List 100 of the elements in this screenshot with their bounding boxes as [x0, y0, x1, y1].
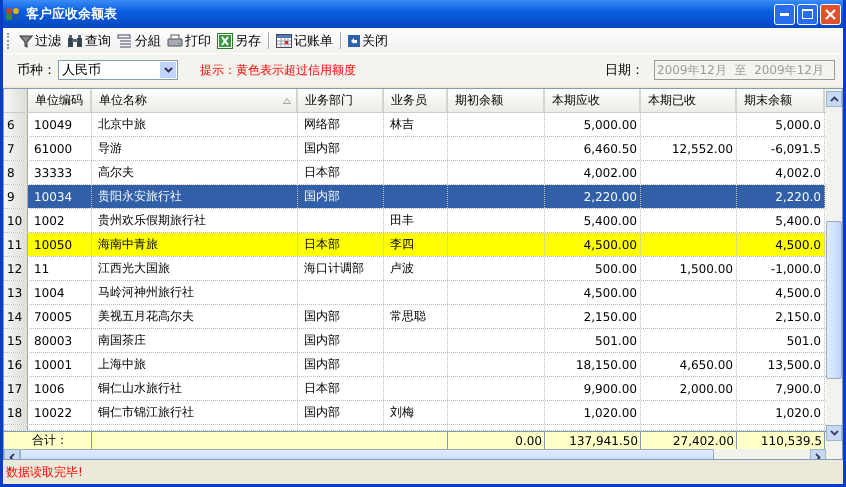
table-cell: 1004 — [28, 281, 92, 304]
toolbar-button[interactable]: 另存 — [214, 32, 264, 50]
table-cell: 1002 — [28, 209, 92, 232]
table-cell: 国内部 — [298, 353, 384, 376]
row-number[interactable]: 16 — [4, 353, 28, 376]
table-cell: 日本部 — [298, 161, 384, 184]
table-cell: 国内部 — [298, 401, 384, 424]
table-cell: 2,150.00 — [545, 305, 641, 328]
table-cell: 南国茶庄 — [92, 329, 298, 352]
table-cell: 贵州欢乐假期旅行社 — [92, 209, 298, 232]
status-message: 数据读取完毕! — [6, 464, 83, 480]
table-cell: 1,500.00 — [641, 257, 737, 280]
table-cell: 国内部 — [298, 137, 384, 160]
table-cell: 高尔夫 — [92, 161, 298, 184]
currency-dropdown[interactable]: 人民币 — [58, 60, 178, 80]
table-cell: 4,500.0 — [737, 281, 825, 304]
maximize-icon — [802, 9, 813, 19]
close-icon — [825, 8, 836, 20]
row-number[interactable]: 17 — [4, 377, 28, 400]
table-cell: 501.0 — [737, 329, 825, 352]
table-cell: 33333 — [28, 161, 92, 184]
table-cell: 4,500.0 — [737, 233, 825, 256]
toolbar-button[interactable]: 查询 — [64, 32, 114, 50]
table-cell: 10022 — [28, 401, 92, 424]
chevron-right-icon — [815, 452, 821, 459]
table-cell: 常思聪 — [384, 305, 448, 328]
minimize-button[interactable] — [774, 4, 795, 24]
row-number[interactable]: 12 — [4, 257, 28, 280]
table-cell: 导游 — [92, 137, 298, 160]
table-cell: 12,552.00 — [641, 137, 737, 160]
table-cell: 卢波 — [384, 257, 448, 280]
table-cell: -6,091.5 — [737, 137, 825, 160]
toolbar-button[interactable]: 记账单 — [273, 32, 336, 50]
table-cell: 4,650.00 — [641, 353, 737, 376]
table-cell: 网络部 — [298, 113, 384, 136]
calendar-icon — [276, 33, 292, 48]
scroll-thumb[interactable] — [826, 221, 842, 379]
column-header[interactable]: 本期应收 — [545, 89, 641, 112]
table-cell: 5,000.00 — [545, 113, 641, 136]
table-cell: 1,020.00 — [545, 401, 641, 424]
maximize-button[interactable] — [797, 4, 818, 24]
row-number[interactable]: 13 — [4, 281, 28, 304]
table-cell: 1,020.0 — [737, 401, 825, 424]
caret-icon — [164, 67, 172, 73]
toolbar-button[interactable]: 过滤 — [16, 32, 64, 50]
chevron-up-icon — [830, 96, 838, 102]
row-number[interactable]: 15 — [4, 329, 28, 352]
column-header[interactable]: 期初余额 — [448, 89, 545, 112]
row-number[interactable]: 10 — [4, 209, 28, 232]
table-cell: 13,500.0 — [737, 353, 825, 376]
close-button[interactable] — [820, 4, 841, 24]
table-cell: 铜仁山水旅行社 — [92, 377, 298, 400]
row-number[interactable]: 14 — [4, 305, 28, 328]
minimize-icon — [780, 12, 789, 16]
row-number[interactable]: 6 — [4, 113, 28, 136]
column-header[interactable]: 本期已收 — [641, 89, 737, 112]
column-header[interactable]: 业务部门 — [298, 89, 384, 112]
table-cell: 2,000.00 — [641, 377, 737, 400]
table-cell: 500.00 — [545, 257, 641, 280]
table-cell: -1,000.0 — [737, 257, 825, 280]
table-cell: 4,002.00 — [545, 161, 641, 184]
table-cell: 4,500.00 — [545, 233, 641, 256]
table-cell: 5,400.00 — [545, 209, 641, 232]
scroll-down-button[interactable] — [826, 425, 842, 441]
table-cell: 上海中旅 — [92, 353, 298, 376]
table-cell: 田丰 — [384, 209, 448, 232]
date-label: 日期： — [605, 62, 644, 79]
table-cell: 80003 — [28, 329, 92, 352]
table-cell: 5,000.0 — [737, 113, 825, 136]
column-header[interactable]: 单位名称 — [92, 89, 298, 112]
table-cell: 马岭河神州旅行社 — [92, 281, 298, 304]
row-number[interactable]: 8 — [4, 161, 28, 184]
table-cell: 7,900.0 — [737, 377, 825, 400]
table-cell: 北京中旅 — [92, 113, 298, 136]
scroll-up-button[interactable] — [826, 91, 842, 107]
row-number[interactable]: 18 — [4, 401, 28, 424]
toolbar-button[interactable]: 关闭 — [345, 32, 391, 50]
row-number[interactable]: 7 — [4, 137, 28, 160]
printer-icon — [167, 34, 183, 48]
toolbar-button[interactable]: 分組 — [114, 32, 164, 50]
row-number[interactable]: 11 — [4, 233, 28, 256]
column-header[interactable]: 业务员 — [384, 89, 448, 112]
table-cell: 铜仁市锦江旅行社 — [92, 401, 298, 424]
row-number[interactable]: 9 — [4, 185, 28, 208]
table-cell: 海口计调部 — [298, 257, 384, 280]
table-cell: 10001 — [28, 353, 92, 376]
table-cell: 国内部 — [298, 185, 384, 208]
table-cell: 海南中青旅 — [92, 233, 298, 256]
chevron-left-icon — [9, 452, 15, 459]
table-cell: 美视五月花高尔夫 — [92, 305, 298, 328]
table-cell: 11 — [28, 257, 92, 280]
table-cell: 日本部 — [298, 233, 384, 256]
table-cell: 江西光大国旅 — [92, 257, 298, 280]
table-cell: 日本部 — [298, 377, 384, 400]
table-cell: 18,150.00 — [545, 353, 641, 376]
table-cell: 2,150.0 — [737, 305, 825, 328]
column-header[interactable]: 单位编码 — [28, 89, 92, 112]
toolbar-button[interactable]: 打印 — [164, 32, 214, 50]
table-cell: 10050 — [28, 233, 92, 256]
table-cell: 501.00 — [545, 329, 641, 352]
